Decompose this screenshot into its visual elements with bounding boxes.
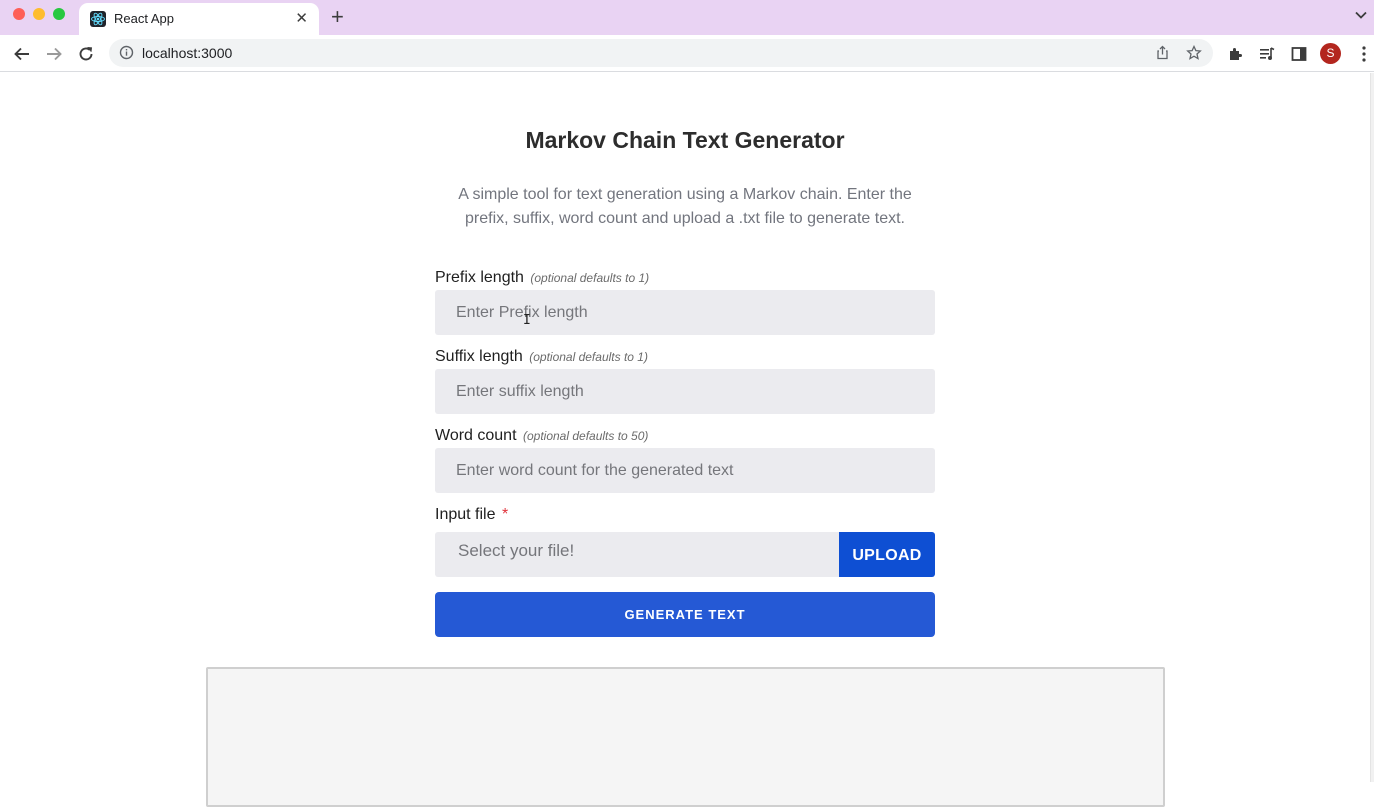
word-count-label-text: Word count [435, 427, 517, 444]
star-icon[interactable] [1186, 44, 1202, 66]
browser-toolbar: localhost:3000 S [0, 35, 1374, 72]
upload-button[interactable]: UPLOAD [839, 532, 935, 577]
generated-text-output[interactable] [206, 667, 1165, 807]
input-file-label-text: Input file [435, 506, 496, 523]
suffix-length-input[interactable] [435, 369, 935, 414]
file-select-field[interactable]: Select your file! [435, 532, 840, 577]
reload-icon[interactable] [76, 44, 96, 64]
media-icon[interactable] [1257, 44, 1277, 64]
maximize-window-button[interactable] [53, 8, 65, 20]
browser-tab-strip: React App ✕ + [0, 0, 1374, 35]
close-window-button[interactable] [13, 8, 25, 20]
prefix-length-hint: (optional defaults to 1) [530, 271, 650, 285]
page-title: Markov Chain Text Generator [525, 127, 845, 153]
word-count-hint: (optional defaults to 50) [522, 429, 649, 443]
back-arrow-icon[interactable] [12, 44, 32, 64]
page-viewport: Markov Chain Text Generator A simple too… [0, 73, 1374, 807]
suffix-length-label-text: Suffix length [435, 348, 523, 365]
file-select-placeholder: Select your file! [458, 541, 575, 560]
forward-arrow-icon[interactable] [44, 44, 64, 64]
address-bar[interactable]: localhost:3000 [109, 39, 1213, 67]
suffix-length-label: Suffix length (optional defaults to 1) [435, 348, 648, 366]
word-count-label: Word count (optional defaults to 50) [435, 427, 648, 445]
page-subtitle: A simple tool for text generation using … [458, 186, 912, 227]
page-scrollbar[interactable] [1370, 73, 1374, 782]
prefix-length-input[interactable] [435, 290, 935, 335]
info-icon[interactable] [119, 45, 134, 65]
generate-text-button[interactable]: GENERATE TEXT [435, 592, 935, 637]
extensions-icon[interactable] [1225, 44, 1245, 64]
browser-tab[interactable]: React App ✕ [79, 3, 319, 35]
close-icon[interactable]: ✕ [295, 9, 308, 27]
react-logo-icon [90, 11, 106, 27]
chevron-down-icon[interactable] [1354, 8, 1368, 27]
prefix-length-label: Prefix length (optional defaults to 1) [435, 269, 649, 287]
side-panel-icon[interactable] [1289, 44, 1309, 64]
input-file-label: Input file * [435, 506, 508, 524]
url-text: localhost:3000 [142, 45, 233, 61]
kebab-menu-icon[interactable] [1354, 44, 1374, 64]
avatar[interactable]: S [1320, 43, 1341, 64]
word-count-input[interactable] [435, 448, 935, 493]
prefix-length-label-text: Prefix length [435, 269, 524, 286]
suffix-length-hint: (optional defaults to 1) [529, 350, 648, 364]
text-cursor-icon: I [523, 313, 531, 328]
plus-icon[interactable]: + [331, 5, 344, 29]
required-marker: * [501, 506, 509, 523]
tab-title: React App [114, 11, 174, 26]
minimize-window-button[interactable] [33, 8, 45, 20]
share-icon[interactable] [1155, 45, 1170, 65]
